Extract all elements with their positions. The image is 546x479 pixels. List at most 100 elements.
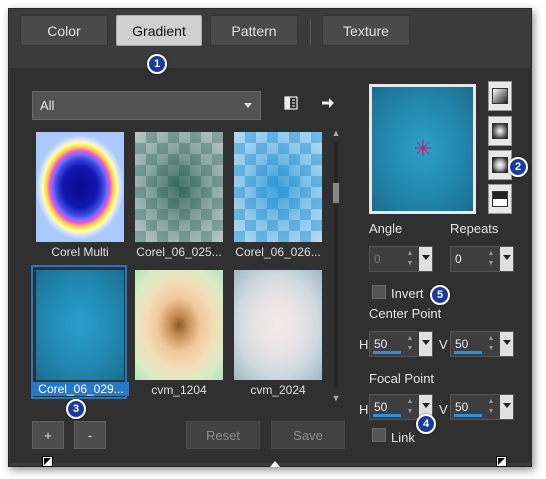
gradient-swatch-corel-06-029[interactable]: Corel_06_029... <box>31 265 129 399</box>
callout-number: 4 <box>422 418 430 430</box>
center-h-stepper[interactable]: 50 ▲ ▼ <box>369 331 433 357</box>
swap-corner-icon[interactable] <box>496 456 507 467</box>
category-dropdown[interactable]: All <box>32 91 261 120</box>
radial-gradient-icon <box>492 157 508 173</box>
repeats-value: 0 <box>455 252 462 266</box>
save-button-label: Save <box>293 427 323 443</box>
gradient-thumbnail <box>135 132 223 242</box>
tab-separator <box>310 20 311 44</box>
stepper-arrows-icon[interactable]: ▲ ▼ <box>485 249 497 269</box>
value-underline <box>454 351 482 354</box>
angle-dropdown-button[interactable] <box>419 247 432 271</box>
scroll-track[interactable] <box>334 142 338 388</box>
callout-number: 5 <box>436 289 444 301</box>
swap-corner-icon[interactable] <box>42 456 53 467</box>
tab-color[interactable]: Color <box>20 15 108 46</box>
callout-number: 3 <box>72 403 80 415</box>
center-h-label: H <box>359 337 369 352</box>
focal-v-value: 50 <box>455 400 469 414</box>
chevron-down-icon <box>244 103 252 108</box>
gradient-swatch-label: Corel_06_025... <box>136 245 222 259</box>
gradient-swatch-label: Corel_06_026... <box>235 245 321 259</box>
category-dropdown-value: All <box>40 98 55 113</box>
center-h-dropdown-button[interactable] <box>419 332 432 356</box>
expand-arrow-icon[interactable] <box>270 461 280 467</box>
tab-gradient[interactable]: Gradient <box>116 15 202 46</box>
link-checkbox[interactable] <box>372 428 386 442</box>
add-gradient-button[interactable]: + <box>32 421 64 449</box>
gradient-thumbnail <box>36 132 124 242</box>
tab-texture-label: Texture <box>343 22 389 39</box>
gradient-swatch-cvm-1204[interactable]: cvm_1204 <box>131 266 227 400</box>
gradient-grid-scrollbar[interactable]: ▲ ▼ <box>331 128 341 403</box>
angle-value: 0 <box>374 252 381 266</box>
gradient-swatch-label: cvm_1204 <box>151 383 207 397</box>
reset-button[interactable]: Reset <box>186 421 260 449</box>
scroll-thumb[interactable] <box>333 183 339 203</box>
remove-button-label: - <box>87 427 93 443</box>
rectangular-style-button[interactable] <box>488 116 512 146</box>
callout-badge-1: 1 <box>147 54 167 74</box>
arrow-right-icon[interactable] <box>320 95 336 111</box>
stepper-arrows-icon[interactable]: ▲ ▼ <box>404 334 416 354</box>
center-v-dropdown-button[interactable] <box>500 332 513 356</box>
center-v-label: V <box>439 337 448 352</box>
value-underline <box>373 351 401 354</box>
center-point-label: Center Point <box>369 306 442 321</box>
gradient-swatch-label: cvm_2024 <box>250 383 306 397</box>
linear-style-button[interactable] <box>488 81 512 111</box>
library-icon[interactable] <box>283 95 299 111</box>
focal-point-label: Focal Point <box>369 371 435 386</box>
tab-pattern[interactable]: Pattern <box>210 15 298 46</box>
repeats-stepper[interactable]: 0 ▲ ▼ <box>450 246 514 272</box>
callout-number: 2 <box>514 161 522 173</box>
save-button[interactable]: Save <box>271 421 345 449</box>
rectangular-gradient-icon <box>492 123 508 139</box>
gradient-swatch-corel-06-026[interactable]: Corel_06_026... <box>230 128 326 262</box>
focal-v-label: V <box>439 402 448 417</box>
gradient-swatch-label: Corel Multi <box>51 245 109 259</box>
callout-badge-4: 4 <box>416 414 436 434</box>
link-label[interactable]: Link <box>391 430 415 445</box>
stepper-arrows-icon[interactable]: ▲ ▼ <box>485 334 497 354</box>
repeats-dropdown-button[interactable] <box>500 247 513 271</box>
stepper-arrows-icon[interactable]: ▲ ▼ <box>485 397 497 417</box>
gradient-swatch-corel-multi[interactable]: Corel Multi <box>32 128 128 262</box>
invert-checkbox[interactable] <box>372 285 386 299</box>
gradient-thumbnail <box>36 270 124 380</box>
sunburst-gradient-icon <box>492 191 508 207</box>
focal-h-label: H <box>359 402 369 417</box>
tab-texture[interactable]: Texture <box>322 15 410 46</box>
gradient-swatch-cvm-2024[interactable]: cvm_2024 <box>230 266 326 400</box>
linear-gradient-icon <box>492 88 508 104</box>
sunburst-style-button[interactable] <box>488 184 512 214</box>
remove-gradient-button[interactable]: - <box>74 421 106 449</box>
invert-label[interactable]: Invert <box>391 286 424 301</box>
focal-point-marker-icon[interactable] <box>414 139 432 157</box>
center-h-value: 50 <box>374 337 388 351</box>
gradient-thumbnail <box>234 270 322 380</box>
gradient-thumbnail <box>135 270 223 380</box>
gradient-preview-area[interactable] <box>372 87 473 211</box>
focal-v-dropdown-button[interactable] <box>500 395 513 419</box>
stepper-arrows-icon[interactable]: ▲ ▼ <box>404 397 416 417</box>
tab-pattern-label: Pattern <box>231 22 277 39</box>
callout-badge-3: 3 <box>66 399 86 419</box>
callout-badge-5: 5 <box>430 285 450 305</box>
gradient-swatch-grid: Corel Multi Corel_06_025... Corel_06_026… <box>31 128 329 403</box>
chevron-up-icon[interactable]: ▲ <box>331 128 341 138</box>
callout-badge-2: 2 <box>508 157 528 177</box>
focal-h-value: 50 <box>374 400 388 414</box>
callout-number: 1 <box>153 58 161 70</box>
gradient-swatch-corel-06-025[interactable]: Corel_06_025... <box>131 128 227 262</box>
value-underline <box>454 414 482 417</box>
chevron-down-icon[interactable]: ▼ <box>331 393 341 403</box>
value-underline <box>373 414 401 417</box>
focal-v-stepper[interactable]: 50 ▲ ▼ <box>450 394 514 420</box>
angle-stepper[interactable]: 0 ▲ ▼ <box>369 246 433 272</box>
gradient-preview[interactable] <box>369 84 476 214</box>
stepper-arrows-icon[interactable]: ▲ ▼ <box>404 249 416 269</box>
gradient-swatch-label: Corel_06_029... <box>33 382 129 396</box>
center-v-stepper[interactable]: 50 ▲ ▼ <box>450 331 514 357</box>
add-button-label: + <box>44 427 52 443</box>
